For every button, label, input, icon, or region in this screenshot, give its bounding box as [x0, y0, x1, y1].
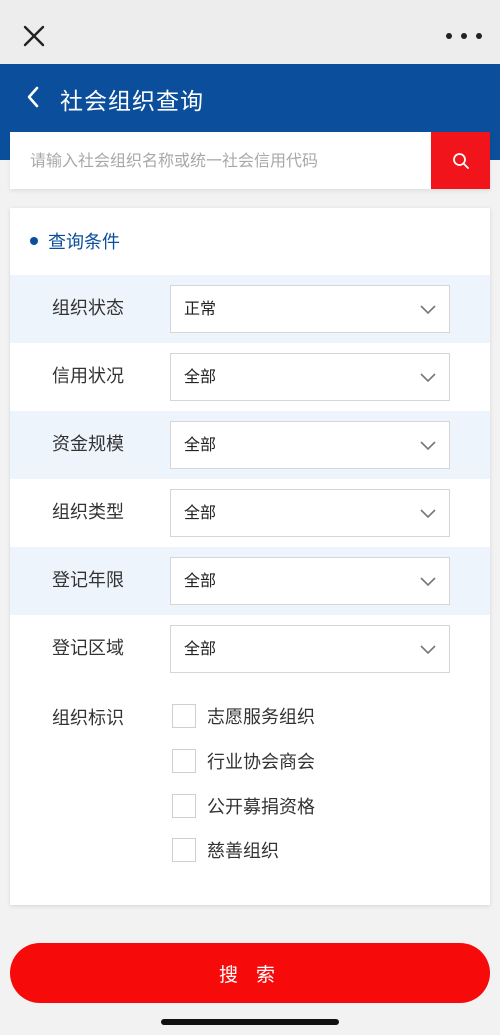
back-button[interactable] [22, 84, 44, 110]
chevron-down-icon [420, 441, 436, 451]
reg-years-select[interactable]: 全部 [170, 557, 450, 605]
chevron-down-icon [420, 373, 436, 383]
more-options-button[interactable] [446, 20, 482, 52]
checkbox-public-fundraising[interactable]: 公开募捐资格 [172, 792, 315, 820]
checkbox-volunteer-org[interactable]: 志愿服务组织 [172, 702, 315, 730]
checkbox[interactable] [172, 749, 196, 773]
checkbox[interactable] [172, 794, 196, 818]
select-value: 全部 [184, 435, 217, 454]
checkbox[interactable] [172, 838, 196, 862]
select-value: 全部 [184, 367, 217, 386]
search-button[interactable] [431, 132, 490, 189]
query-conditions-panel: 查询条件 组织状态 正常 信用状况 全部 资金规模 全部 组织类型 全部 登记年… [10, 208, 490, 905]
close-button[interactable] [18, 20, 50, 52]
window-top-bar [0, 0, 500, 64]
filter-label: 资金规模 [52, 434, 124, 455]
chevron-down-icon [420, 509, 436, 519]
chevron-down-icon [420, 577, 436, 587]
checkbox-label: 公开募捐资格 [207, 797, 315, 818]
flags-label: 组织标识 [52, 708, 124, 729]
checkbox-charity-org[interactable]: 慈善组织 [172, 836, 279, 864]
filter-row-status: 组织状态 正常 [10, 275, 490, 343]
search-submit-button[interactable]: 搜 索 [10, 943, 490, 1003]
filter-label: 信用状况 [52, 366, 124, 387]
filter-row-reg-years: 登记年限 全部 [10, 547, 490, 615]
search-icon [452, 152, 469, 169]
filter-label: 登记年限 [52, 570, 124, 591]
more-dots-icon [446, 33, 452, 39]
status-select[interactable]: 正常 [170, 285, 450, 333]
select-value: 全部 [184, 571, 217, 590]
section-header: 查询条件 [30, 228, 120, 254]
chevron-left-icon [27, 86, 39, 108]
page-title: 社会组织查询 [60, 89, 204, 115]
checkbox-label: 志愿服务组织 [207, 707, 315, 728]
checkbox[interactable] [172, 704, 196, 728]
section-title: 查询条件 [48, 232, 120, 253]
filter-row-reg-region: 登记区域 全部 [10, 615, 490, 683]
fund-scale-select[interactable]: 全部 [170, 421, 450, 469]
filter-label: 登记区域 [52, 638, 124, 659]
search-input[interactable] [10, 132, 431, 189]
home-indicator [161, 1019, 339, 1025]
chevron-down-icon [420, 305, 436, 315]
checkbox-label: 行业协会商会 [207, 752, 315, 773]
filter-row-org-type: 组织类型 全部 [10, 479, 490, 547]
reg-region-select[interactable]: 全部 [170, 625, 450, 673]
select-value: 正常 [184, 299, 217, 318]
search-bar [10, 132, 490, 189]
chevron-down-icon [420, 645, 436, 655]
filter-row-credit: 信用状况 全部 [10, 343, 490, 411]
close-icon [23, 25, 45, 47]
select-value: 全部 [184, 503, 217, 522]
filter-row-fund-scale: 资金规模 全部 [10, 411, 490, 479]
filter-label: 组织状态 [52, 298, 124, 319]
org-type-select[interactable]: 全部 [170, 489, 450, 537]
select-value: 全部 [184, 639, 217, 658]
checkbox-label: 慈善组织 [207, 841, 279, 862]
checkbox-industry-association[interactable]: 行业协会商会 [172, 747, 315, 775]
credit-select[interactable]: 全部 [170, 353, 450, 401]
filter-label: 组织类型 [52, 502, 124, 523]
bullet-dot-icon [30, 237, 38, 245]
